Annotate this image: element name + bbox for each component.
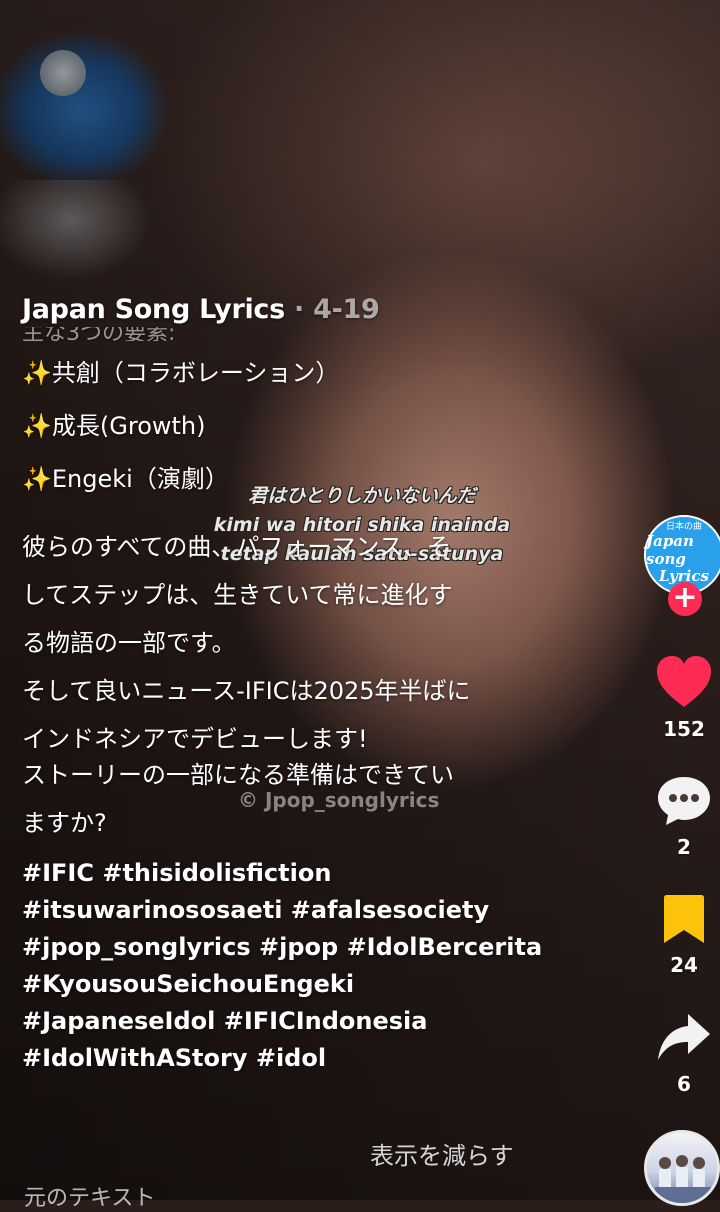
post-caption[interactable]: Japan Song Lyrics · 4-19 主な3つの要素: ✨共創（コラ… (22, 294, 602, 1077)
comment-count: 2 (677, 835, 691, 859)
show-less-button[interactable]: 表示を減らす (370, 1136, 514, 1171)
caption-line: る物語の一部です。 (22, 629, 236, 657)
caption-cut-line: 主な3つの要素: (22, 327, 176, 341)
hashtag-line[interactable]: #IdolWithAStory #idol (22, 1040, 602, 1077)
share-button[interactable]: 6 (640, 1012, 720, 1096)
date-separator: · (294, 294, 304, 325)
author-name[interactable]: Japan Song Lyrics (22, 294, 285, 325)
feature-text: 共創（コラボレーション） (51, 359, 340, 387)
avatar-small-text: 日本の曲 (665, 522, 702, 532)
feature-text: 成長(Growth) (51, 412, 206, 440)
caption-line: 彼らのすべての曲、パフォーマンス、そ (22, 533, 451, 561)
caption-paragraph: 彼らのすべての曲、パフォーマンス、そ してステップは、生きていて常に進化す る物… (22, 529, 602, 661)
sparkles-icon: ✨ (22, 359, 52, 387)
music-disc-icon[interactable] (644, 1130, 720, 1206)
like-button[interactable]: 152 (640, 655, 720, 741)
comment-button[interactable]: 2 (640, 775, 720, 859)
hashtags: #IFIC #thisidolisfiction #itsuwarinososa… (22, 855, 602, 1077)
feature-item: ✨成長(Growth) (22, 408, 602, 444)
save-count: 24 (670, 953, 698, 977)
hashtag-line[interactable]: #KyousouSeichouEngeki (22, 966, 602, 1003)
caption-line: インドネシアでデビューします! (22, 725, 368, 753)
caption-line: そして良いニュース-IFICは2025年半ばに (22, 677, 471, 705)
hashtag-line[interactable]: #IFIC #thisidolisfiction (22, 855, 602, 892)
caption-line: ますか? (22, 809, 107, 837)
music-disc-art (655, 1155, 711, 1203)
action-rail: 日本の曲 Japan song Lyrics + 152 2 24 6 (620, 0, 720, 1206)
caption-paragraph: そして良いニュース-IFICは2025年半ばに インドネシアでデビューします! (22, 673, 602, 757)
feature-text: Engeki（演劇） (51, 465, 229, 493)
hashtag-line[interactable]: #itsuwarinososaeti #afalsesociety (22, 892, 602, 929)
sparkles-icon: ✨ (22, 412, 52, 440)
feature-item: ✨Engeki（演劇） (22, 461, 602, 497)
feature-item: ✨共創（コラボレーション） (22, 355, 602, 391)
caption-line: してステップは、生きていて常に進化す (22, 581, 453, 609)
sparkles-icon: ✨ (22, 465, 52, 493)
save-button[interactable]: 24 (640, 893, 720, 977)
follow-button[interactable]: + (668, 582, 702, 616)
comment-icon (658, 777, 710, 825)
author-row: Japan Song Lyrics · 4-19 (22, 294, 602, 325)
post-date: 4-19 (313, 294, 380, 325)
share-icon (658, 1014, 710, 1060)
heart-icon (657, 656, 711, 707)
hashtag-line[interactable]: #jpop_songlyrics #jpop #IdolBercerita (22, 929, 602, 966)
avatar-line1: Japan song (646, 532, 694, 568)
caption-line: ストーリーの一部になる準備はできてい (22, 761, 454, 789)
like-count: 152 (663, 717, 705, 741)
bookmark-icon (664, 895, 704, 943)
original-text-link[interactable]: 元のテキスト (24, 1180, 155, 1212)
share-count: 6 (677, 1072, 691, 1096)
caption-paragraph: ストーリーの一部になる準備はできてい ますか? (22, 757, 602, 841)
hashtag-line[interactable]: #JapaneseIdol #IFICIndonesia (22, 1003, 602, 1040)
